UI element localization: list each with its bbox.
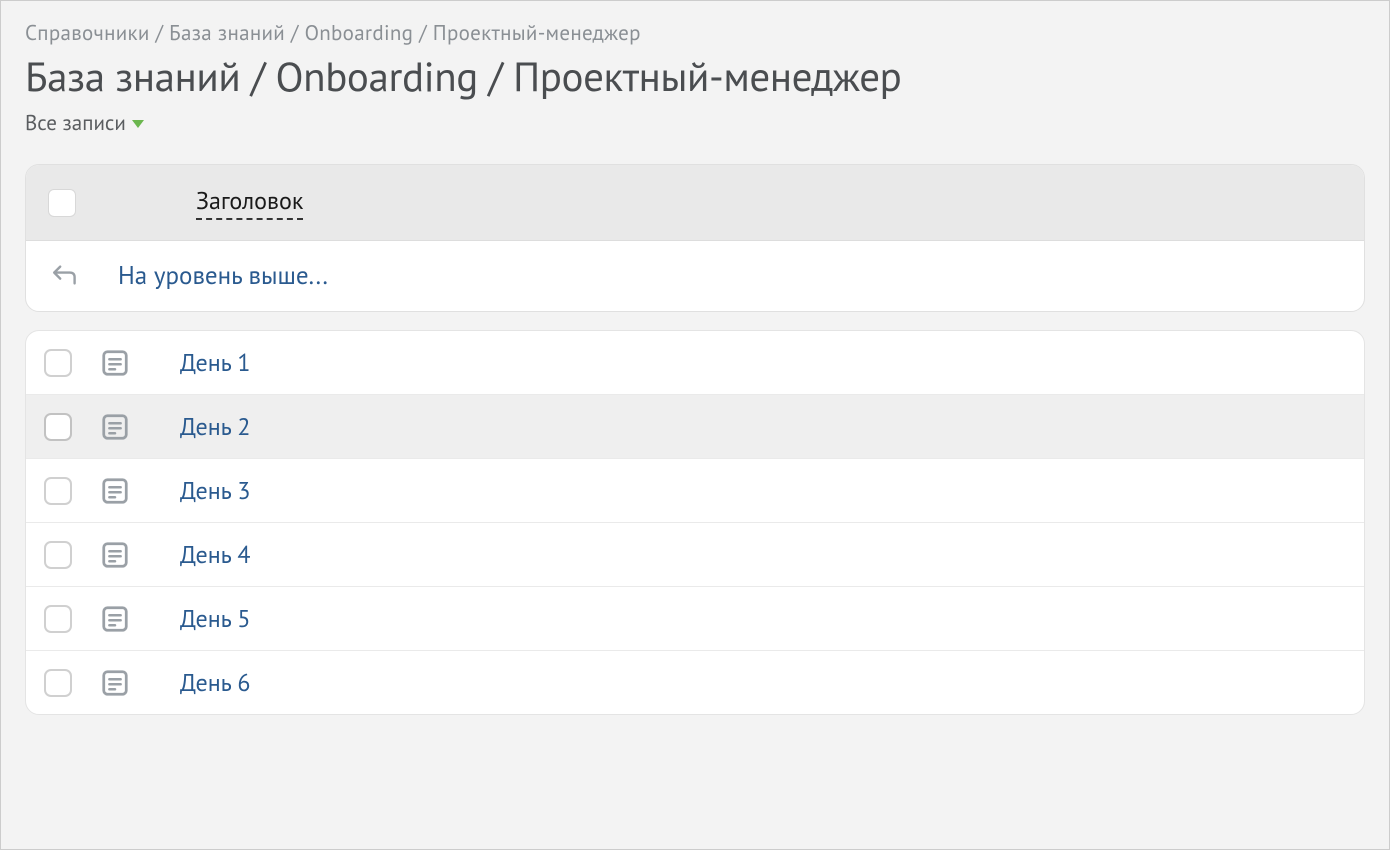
row-title-link[interactable]: День 2 (180, 411, 250, 442)
note-icon (100, 348, 130, 378)
level-up-row[interactable]: На уровень выше... (26, 241, 1364, 311)
row-checkbox[interactable] (44, 541, 72, 569)
column-header-title[interactable]: Заголовок (196, 185, 303, 220)
filter-dropdown[interactable]: Все записи (25, 109, 1365, 136)
level-up-label: На уровень выше... (118, 259, 328, 291)
filter-label: Все записи (25, 109, 126, 136)
row-checkbox[interactable] (44, 477, 72, 505)
row-checkbox[interactable] (44, 413, 72, 441)
level-up-icon (50, 263, 80, 287)
select-all-checkbox[interactable] (48, 189, 76, 217)
list-item[interactable]: День 4 (26, 523, 1364, 587)
list-item[interactable]: День 1 (26, 331, 1364, 395)
records-list: День 1 День 2 День 3 День 4 (25, 330, 1365, 715)
table-header-row: Заголовок (26, 165, 1364, 241)
note-icon (100, 540, 130, 570)
row-checkbox[interactable] (44, 349, 72, 377)
note-icon (100, 476, 130, 506)
breadcrumb[interactable]: Справочники / База знаний / Onboarding /… (25, 19, 1365, 46)
list-item[interactable]: День 3 (26, 459, 1364, 523)
list-item[interactable]: День 2 (26, 395, 1364, 459)
row-title-link[interactable]: День 3 (180, 475, 250, 506)
row-title-link[interactable]: День 1 (180, 347, 250, 378)
list-item[interactable]: День 6 (26, 651, 1364, 714)
note-icon (100, 604, 130, 634)
page-title: База знаний / Onboarding / Проектный-мен… (25, 50, 1365, 103)
row-checkbox[interactable] (44, 605, 72, 633)
note-icon (100, 668, 130, 698)
note-icon (100, 412, 130, 442)
row-title-link[interactable]: День 5 (180, 603, 250, 634)
chevron-down-icon (132, 120, 144, 128)
row-title-link[interactable]: День 4 (180, 539, 250, 570)
list-item[interactable]: День 5 (26, 587, 1364, 651)
table-header-container: Заголовок На уровень выше... (25, 164, 1365, 312)
row-title-link[interactable]: День 6 (180, 667, 250, 698)
row-checkbox[interactable] (44, 669, 72, 697)
